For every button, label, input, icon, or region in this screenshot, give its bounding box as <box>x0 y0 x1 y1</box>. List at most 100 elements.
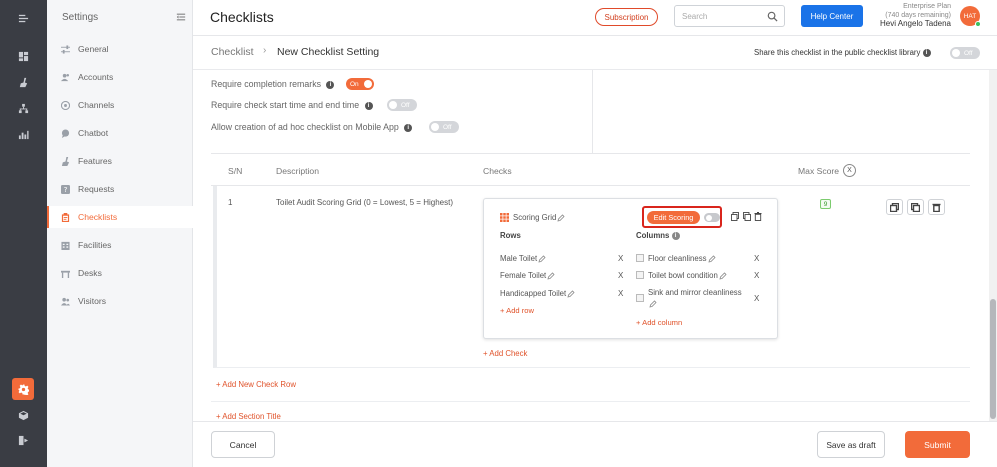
add-section-title-link[interactable]: + Add Section Title <box>216 412 281 421</box>
search-input[interactable]: Search <box>674 5 785 27</box>
settings-sidebar: Settings General Accounts Channels Chatb… <box>47 0 193 467</box>
cube-icon[interactable] <box>14 406 32 424</box>
sidebar-item-checklists[interactable]: Checklists <box>47 206 193 228</box>
duplicate-icon[interactable] <box>743 212 751 221</box>
add-check-link[interactable]: + Add Check <box>483 349 527 358</box>
org-chart-icon[interactable] <box>14 99 32 117</box>
trash-icon[interactable] <box>754 212 762 221</box>
close-icon[interactable]: X <box>843 164 856 177</box>
add-check-row-link[interactable]: + Add New Check Row <box>216 380 296 389</box>
start-end-time-toggle[interactable]: Off <box>387 99 417 111</box>
pencil-icon[interactable] <box>719 272 727 280</box>
add-column-link[interactable]: + Add column <box>636 318 682 327</box>
broom-icon <box>61 156 70 166</box>
pencil-icon[interactable] <box>707 255 716 263</box>
cancel-button[interactable]: Cancel <box>211 431 275 458</box>
visitors-icon <box>61 297 70 306</box>
breadcrumb-root[interactable]: Checklist <box>211 46 254 58</box>
sidebar-item-features[interactable]: Features <box>47 150 193 172</box>
column-header-description: Description <box>276 166 319 176</box>
copy-icon <box>890 202 899 212</box>
duplicate-row-button[interactable] <box>907 199 924 215</box>
users-icon <box>61 73 70 82</box>
sidebar-item-accounts[interactable]: Accounts <box>47 66 193 88</box>
rows-label: Rows <box>500 231 521 240</box>
pencil-icon[interactable] <box>557 214 565 222</box>
pencil-icon[interactable] <box>649 300 657 308</box>
broom-icon[interactable] <box>14 73 32 91</box>
delete-row-button[interactable] <box>928 199 945 215</box>
scoring-toggle[interactable] <box>704 213 720 222</box>
sidebar-item-chatbot[interactable]: Chatbot <box>47 122 193 144</box>
grid-row-item: Handicapped Toilet <box>500 289 575 298</box>
copy-icon[interactable] <box>731 212 739 221</box>
save-draft-button[interactable]: Save as draft <box>817 431 885 458</box>
grid-column-label: Toilet bowl condition <box>648 271 718 280</box>
sidebar-item-facilities[interactable]: Facilities <box>47 234 193 256</box>
sidebar-item-requests[interactable]: ? Requests <box>47 178 193 200</box>
column-header-max-score: Max Score <box>798 166 840 176</box>
submit-button[interactable]: Submit <box>905 431 970 458</box>
remove-column-button[interactable]: X <box>754 294 759 303</box>
grid-column-label: Sink and mirror cleanliness <box>648 288 742 297</box>
avatar[interactable]: HAT <box>960 6 981 27</box>
sidebar-item-visitors[interactable]: Visitors <box>47 290 193 312</box>
breadcrumb: Checklist › New Checklist Setting Share … <box>193 36 997 70</box>
option-completion-remarks: Require completion remarks i <box>211 79 335 89</box>
grid-column-item: Sink and mirror cleanliness <box>648 287 748 309</box>
settings-gear-icon[interactable] <box>12 378 34 400</box>
column-checkbox[interactable] <box>636 271 644 279</box>
chevron-right-icon: › <box>263 45 267 56</box>
grid-column-item: Floor cleanliness <box>648 254 716 263</box>
logout-icon[interactable] <box>14 431 32 449</box>
sidebar-title: Settings <box>62 12 99 23</box>
collapse-sidebar-icon[interactable] <box>176 12 186 22</box>
row-description: Toilet Audit Scoring Grid (0 = Lowest, 5… <box>276 198 453 207</box>
remove-row-button[interactable]: X <box>618 289 623 298</box>
pencil-icon[interactable] <box>547 272 555 280</box>
avatar-initials: HAT <box>963 12 977 20</box>
sidebar-item-desks[interactable]: Desks <box>47 262 193 284</box>
ad-hoc-mobile-toggle[interactable]: Off <box>429 121 459 133</box>
column-header-checks: Checks <box>483 166 512 176</box>
columns-label: Columns i <box>636 231 680 240</box>
edit-scoring-highlight: Edit Scoring <box>642 206 722 228</box>
column-checkbox[interactable] <box>636 254 644 262</box>
top-header: Checklists Subscription Search Help Cent… <box>193 0 997 36</box>
remove-row-button[interactable]: X <box>618 254 623 263</box>
sidebar-item-channels[interactable]: Channels <box>47 94 193 116</box>
remove-column-button[interactable]: X <box>754 271 759 280</box>
sidebar-item-label: Chatbot <box>78 128 109 138</box>
dashboard-icon[interactable] <box>14 47 32 65</box>
pencil-icon[interactable] <box>567 290 575 298</box>
sidebar-item-general[interactable]: General <box>47 38 193 60</box>
remove-row-button[interactable]: X <box>618 271 623 280</box>
subscription-button[interactable]: Subscription <box>595 8 658 26</box>
scrollbar-thumb[interactable] <box>990 299 996 419</box>
analytics-icon[interactable] <box>14 125 32 143</box>
grid-title: Scoring Grid <box>513 213 565 222</box>
desk-icon <box>61 269 70 278</box>
completion-remarks-toggle[interactable]: On <box>346 78 374 90</box>
page-title: Checklists <box>210 9 274 25</box>
form-footer: Cancel Save as draft Submit <box>193 421 997 467</box>
edit-scoring-button[interactable]: Edit Scoring <box>647 211 700 224</box>
copy-row-button[interactable] <box>886 199 903 215</box>
add-row-link[interactable]: + Add row <box>500 306 534 315</box>
duplicate-icon <box>911 202 920 212</box>
sidebar-item-label: Checklists <box>78 212 118 222</box>
plan-info: Enterprise Plan (740 days remaining) Hev… <box>831 3 951 29</box>
building-icon <box>61 241 70 250</box>
column-checkbox[interactable] <box>636 294 644 302</box>
trash-icon <box>932 203 941 212</box>
svg-text:?: ? <box>64 185 68 194</box>
grid-row-label: Handicapped Toilet <box>500 289 567 298</box>
vertical-divider <box>592 70 593 154</box>
share-library-toggle[interactable]: Off <box>950 47 980 59</box>
sidebar-item-label: Facilities <box>78 240 112 250</box>
grid-row-item: Female Toilet <box>500 271 555 280</box>
row-sn: 1 <box>228 198 233 207</box>
pencil-icon[interactable] <box>538 255 546 263</box>
collapse-menu-icon[interactable] <box>14 9 32 27</box>
remove-column-button[interactable]: X <box>754 254 759 263</box>
